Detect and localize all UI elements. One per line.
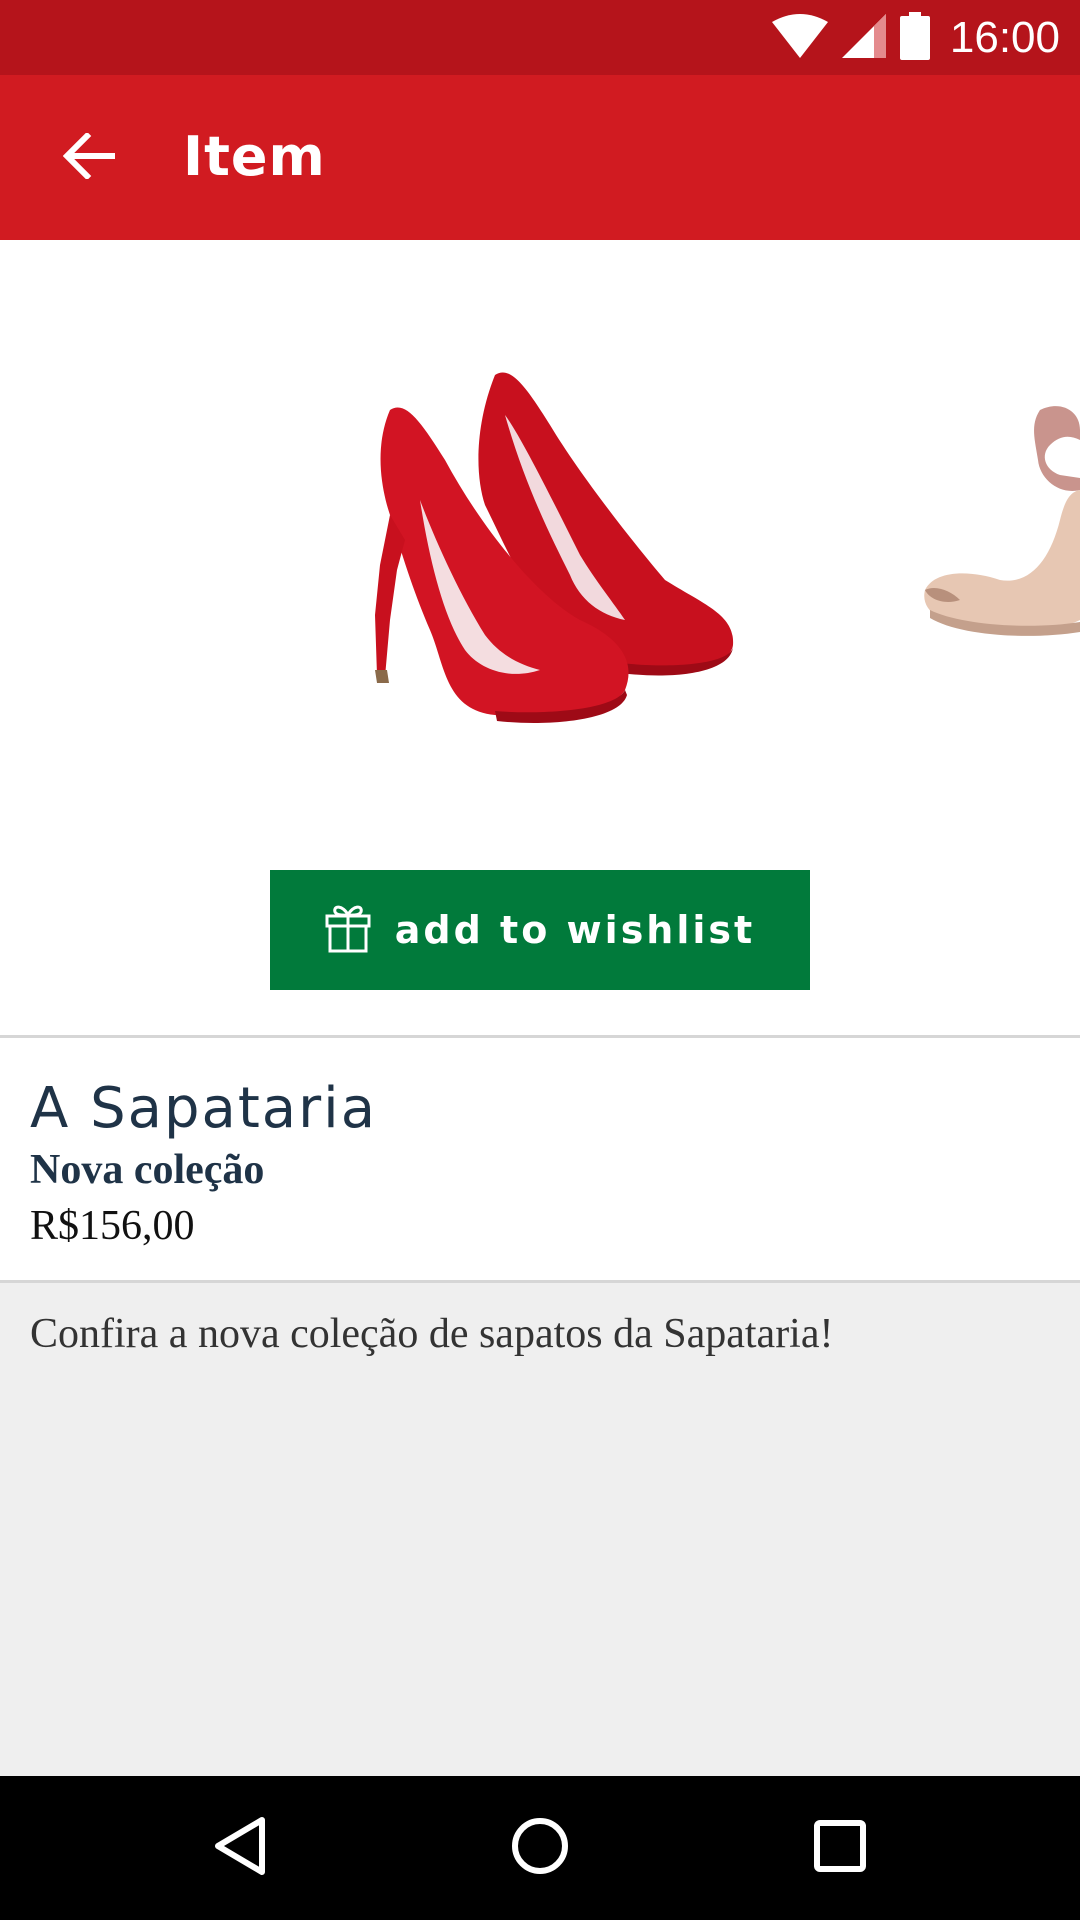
arrow-back-icon (62, 131, 116, 183)
image-carousel[interactable]: add to wishlist (0, 240, 1080, 1035)
product-image-red-pumps (375, 372, 734, 724)
recents-square-icon (813, 1819, 867, 1877)
back-button[interactable] (44, 113, 134, 203)
wishlist-button-label: add to wishlist (394, 908, 756, 952)
back-triangle-icon (212, 1816, 268, 1880)
status-time: 16:00 (949, 12, 1060, 62)
product-price: R$156,00 (30, 1203, 195, 1249)
home-circle-icon (510, 1816, 570, 1880)
collection-name: Nova coleção (30, 1147, 265, 1193)
divider (0, 1280, 1080, 1283)
battery-icon (899, 11, 930, 64)
nav-home-button[interactable] (490, 1798, 590, 1898)
store-name: A Sapataria (30, 1076, 378, 1141)
gift-icon (325, 903, 371, 957)
navigation-bar (0, 1776, 1080, 1920)
wifi-icon (771, 13, 828, 62)
product-info: A Sapataria Nova coleção R$156,00 (0, 1038, 1080, 1280)
product-image-nude-sandal (924, 406, 1080, 636)
product-description: Confira a nova coleção de sapatos da Sap… (30, 1311, 834, 1357)
status-icons: 16:00 (771, 0, 1060, 75)
app-bar: Item (0, 75, 1080, 240)
status-bar: 16:00 (0, 0, 1080, 75)
signal-icon (841, 13, 886, 62)
nav-recents-button[interactable] (790, 1798, 890, 1898)
nav-back-button[interactable] (190, 1798, 290, 1898)
page-title: Item (183, 125, 326, 188)
add-to-wishlist-button[interactable]: add to wishlist (270, 870, 810, 990)
